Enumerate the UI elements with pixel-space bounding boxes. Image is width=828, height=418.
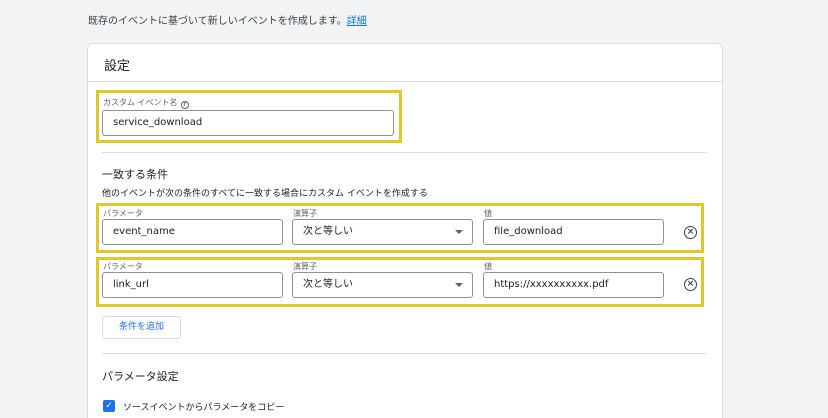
- copy-params-label: ソースイベントからパラメータをコピー: [123, 403, 285, 413]
- operator-label: 演算子: [293, 209, 317, 218]
- param-input[interactable]: link_url: [102, 272, 283, 298]
- param-label: パラメータ: [103, 262, 143, 271]
- custom-event-name-input[interactable]: service_download: [102, 110, 394, 136]
- intro-text: 既存のイベントに基づいて新しいイベントを作成します。詳細: [88, 12, 367, 27]
- operator-select[interactable]: 次と等しい: [292, 272, 473, 298]
- card-header-divider: [88, 81, 722, 82]
- operator-label: 演算子: [293, 262, 317, 271]
- help-icon[interactable]: ?: [180, 101, 189, 109]
- value-input[interactable]: https://xxxxxxxxxx.pdf: [483, 272, 664, 298]
- dropdown-arrow-icon: [455, 230, 463, 234]
- custom-event-label: カスタム イベント名?: [103, 97, 189, 109]
- conditions-title: 一致する条件: [102, 168, 168, 181]
- value-label: 値: [484, 209, 492, 218]
- copy-params-checkbox[interactable]: ✓: [103, 400, 115, 412]
- add-condition-button[interactable]: 条件を追加: [102, 316, 181, 339]
- operator-select[interactable]: 次と等しい: [292, 219, 473, 245]
- remove-condition-icon[interactable]: ×: [684, 278, 697, 291]
- learn-more-link[interactable]: 詳細: [347, 16, 367, 27]
- param-settings-title: パラメータ設定: [102, 370, 179, 383]
- operator-value: 次と等しい: [303, 279, 353, 290]
- custom-event-label-text: カスタム イベント名: [103, 98, 178, 107]
- section-divider: [102, 152, 707, 153]
- card-title: 設定: [104, 59, 131, 74]
- conditions-description: 他のイベントが次の条件のすべてに一致する場合にカスタム イベントを作成する: [102, 189, 428, 199]
- value-label: 値: [484, 262, 492, 271]
- value-input[interactable]: file_download: [483, 219, 664, 245]
- param-input[interactable]: event_name: [102, 219, 283, 245]
- remove-condition-icon[interactable]: ×: [684, 226, 697, 239]
- intro-description: 既存のイベントに基づいて新しいイベントを作成します。: [88, 16, 347, 27]
- param-label: パラメータ: [103, 209, 143, 218]
- dropdown-arrow-icon: [455, 283, 463, 287]
- operator-value: 次と等しい: [303, 226, 353, 237]
- section-divider: [102, 353, 707, 354]
